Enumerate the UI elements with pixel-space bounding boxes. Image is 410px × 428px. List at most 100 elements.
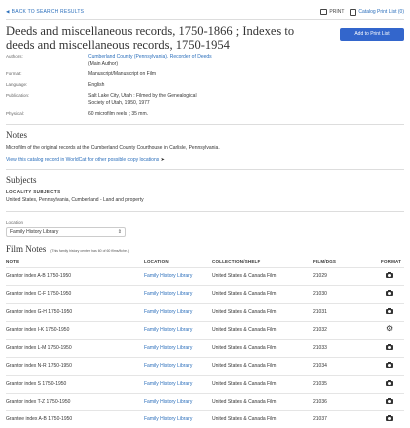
gear-icon[interactable]: ⚙: [386, 325, 393, 333]
film-number: 21031: [313, 309, 327, 315]
film-number: 21032: [313, 327, 327, 333]
back-label: BACK TO SEARCH RESULTS: [11, 9, 85, 15]
back-to-search-results-link[interactable]: ◀ BACK TO SEARCH RESULTS: [6, 9, 84, 15]
location-selected-value: Family History Library: [10, 229, 59, 235]
film-number: 21030: [313, 291, 327, 297]
film-number: 21033: [313, 345, 327, 351]
film-collection: United States & Canada Film: [212, 381, 277, 387]
publication-value: Salt Lake City, Utah : Filmed by the Gen…: [88, 93, 197, 107]
film-collection: United States & Canada Film: [212, 273, 277, 279]
film-number: 21035: [313, 381, 327, 387]
publication-line-1: Salt Lake City, Utah : Filmed by the Gen…: [88, 93, 197, 99]
table-row: Grantor index S 1750-1950 Family History…: [6, 375, 404, 393]
table-row: Grantor index A-B 1750-1950 Family Histo…: [6, 267, 404, 285]
film-collection: United States & Canada Film: [212, 327, 277, 333]
select-arrows-icon: ⇕: [117, 229, 122, 235]
column-header-note: NOTE: [6, 259, 20, 264]
film-collection: United States & Canada Film: [212, 345, 277, 351]
film-location-link[interactable]: Family History Library: [144, 416, 192, 422]
film-collection: United States & Canada Film: [212, 291, 277, 297]
camera-icon[interactable]: [386, 415, 393, 421]
camera-icon[interactable]: [386, 308, 393, 314]
worldcat-row: View this catalog record in WorldCat for…: [6, 157, 165, 163]
catalog-print-list-label: Catalog Print List (0): [358, 9, 404, 15]
film-notes-count-note: (This family history center has 60 of 60…: [50, 249, 130, 253]
locality-subjects-heading: LOCALITY SUBJECTS: [6, 189, 61, 194]
column-header-collection: COLLECTION/SHELF: [212, 259, 261, 264]
column-header-location: LOCATION: [144, 259, 169, 264]
divider: [6, 211, 404, 212]
table-row: Grantor index N-R 1750-1950 Family Histo…: [6, 357, 404, 375]
external-link-icon[interactable]: ➤: [161, 157, 165, 163]
print-button[interactable]: PRINT: [320, 9, 344, 15]
table-row: Grantee index A-B 1750-1950 Family Histo…: [6, 410, 404, 428]
camera-icon[interactable]: [386, 398, 393, 404]
film-note: Grantor index S 1750-1950: [6, 381, 67, 387]
divider: [6, 19, 404, 20]
divider: [6, 169, 404, 170]
author-value: Cumberland County (Pennsylvania). Record…: [88, 54, 212, 68]
column-header-format: FORMAT: [381, 259, 402, 264]
film-location-link[interactable]: Family History Library: [144, 327, 192, 333]
film-location-link[interactable]: Family History Library: [144, 345, 192, 351]
table-row: Grantor index G-H 1750-1950 Family Histo…: [6, 303, 404, 321]
add-to-print-list-button[interactable]: Add to Print List: [340, 28, 404, 41]
camera-icon[interactable]: [386, 362, 393, 368]
film-location-link[interactable]: Family History Library: [144, 291, 192, 297]
author-link[interactable]: Cumberland County (Pennsylvania). Record…: [88, 54, 212, 60]
notes-heading: Notes: [6, 130, 27, 140]
language-label: Language:: [6, 82, 28, 87]
chevron-left-icon: ◀: [6, 9, 10, 14]
film-collection: United States & Canada Film: [212, 309, 277, 315]
film-location-link[interactable]: Family History Library: [144, 381, 192, 387]
film-number: 21037: [313, 416, 327, 422]
film-note: Grantor index T-Z 1750-1950: [6, 399, 71, 405]
film-collection: United States & Canada Film: [212, 399, 277, 405]
film-location-link[interactable]: Family History Library: [144, 363, 192, 369]
physical-label: Physical:: [6, 111, 25, 116]
film-note: Grantee index A-B 1750-1950: [6, 416, 73, 422]
format-value: Manuscript/Manuscript on Film: [88, 71, 157, 77]
table-row: Grantor index L-M 1750-1950 Family Histo…: [6, 339, 404, 357]
column-header-film: FILM/DGS: [313, 259, 337, 264]
film-collection: United States & Canada Film: [212, 363, 277, 369]
catalog-print-list-link[interactable]: Catalog Print List (0): [350, 8, 404, 16]
publication-label: Publication:: [6, 93, 30, 98]
film-notes-heading: Film Notes: [6, 244, 47, 254]
table-row: Grantor index I-K 1750-1950 Family Histo…: [6, 321, 404, 339]
author-label: Authors:: [6, 54, 23, 59]
physical-value: 60 microfilm reels ; 35 mm.: [88, 111, 149, 117]
film-number: 21034: [313, 363, 327, 369]
camera-icon[interactable]: [386, 380, 393, 386]
location-select[interactable]: Family History Library ⇕: [6, 227, 126, 237]
film-note: Grantor index I-K 1750-1950: [6, 327, 70, 333]
film-note: Grantor index L-M 1750-1950: [6, 345, 72, 351]
camera-icon[interactable]: [386, 272, 393, 278]
film-note: Grantor index G-H 1750-1950: [6, 309, 73, 315]
film-location-link[interactable]: Family History Library: [144, 273, 192, 279]
worldcat-link[interactable]: View this catalog record in WorldCat for…: [6, 157, 159, 163]
record-title: Deeds and miscellaneous records, 1750-18…: [6, 24, 295, 52]
film-number: 21036: [313, 399, 327, 405]
top-actions: PRINT Catalog Print List (0): [320, 8, 404, 16]
top-bar: ◀ BACK TO SEARCH RESULTS PRINT Catalog Pr…: [6, 7, 404, 17]
table-row: Grantor index C-F 1750-1950 Family Histo…: [6, 285, 404, 303]
film-number: 21029: [313, 273, 327, 279]
locality-subject-link[interactable]: United States, Pennsylvania, Cumberland …: [6, 197, 144, 203]
film-note: Grantor index C-F 1750-1950: [6, 291, 72, 297]
film-collection: United States & Canada Film: [212, 416, 277, 422]
film-location-link[interactable]: Family History Library: [144, 399, 192, 405]
camera-icon[interactable]: [386, 290, 393, 296]
film-note: Grantor index N-R 1750-1950: [6, 363, 72, 369]
publication-line-2: Society of Utah, 1950, 1977: [88, 100, 150, 106]
camera-icon[interactable]: [386, 344, 393, 350]
table-row: Grantor index T-Z 1750-1950 Family Histo…: [6, 393, 404, 411]
language-value: English: [88, 82, 105, 88]
author-role: (Main Author): [88, 61, 119, 67]
print-label: PRINT: [329, 9, 345, 15]
list-icon: [350, 8, 357, 16]
format-label: Format:: [6, 71, 22, 76]
printer-icon: [320, 9, 328, 15]
film-location-link[interactable]: Family History Library: [144, 309, 192, 315]
notes-text: Microfilm of the original records at the…: [6, 145, 220, 151]
